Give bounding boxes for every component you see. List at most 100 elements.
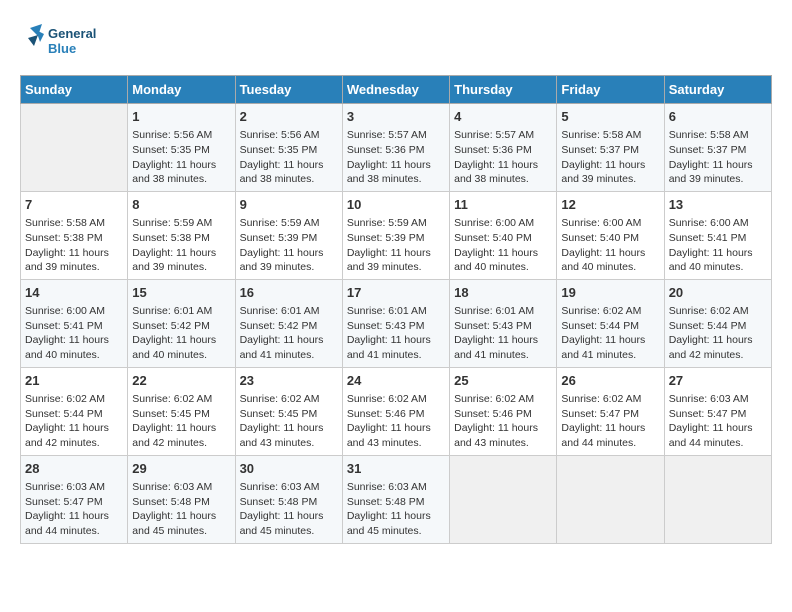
calendar-cell: 19 Sunrise: 6:02 AM Sunset: 5:44 PM Dayli… <box>557 279 664 367</box>
day-number: 17 <box>347 284 445 302</box>
day-content: Sunrise: 6:00 AM Sunset: 5:40 PM Dayligh… <box>454 216 552 275</box>
calendar-week-1: 1 Sunrise: 5:56 AM Sunset: 5:35 PM Daylig… <box>21 104 772 192</box>
day-number: 5 <box>561 108 659 126</box>
calendar-cell: 8Sunrise: 5:59 AM Sunset: 5:38 PM Daylig… <box>128 191 235 279</box>
day-number: 14 <box>25 284 123 302</box>
day-number: 28 <box>25 460 123 478</box>
calendar-cell: 24 Sunrise: 6:02 AM Sunset: 5:46 PM Dayli… <box>342 367 449 455</box>
calendar-cell: 28 Sunrise: 6:03 AM Sunset: 5:47 PM Dayli… <box>21 455 128 543</box>
day-content: Sunrise: 5:59 AM Sunset: 5:39 PM Dayligh… <box>347 216 445 275</box>
calendar-table: SundayMondayTuesdayWednesdayThursdayFrid… <box>20 75 772 544</box>
day-number: 22 <box>132 372 230 390</box>
day-number: 16 <box>240 284 338 302</box>
calendar-cell: 27 Sunrise: 6:03 AM Sunset: 5:47 PM Dayli… <box>664 367 771 455</box>
day-content: Sunrise: 6:03 AM Sunset: 5:47 PM Dayligh… <box>25 480 123 539</box>
calendar-week-5: 28 Sunrise: 6:03 AM Sunset: 5:47 PM Dayli… <box>21 455 772 543</box>
calendar-cell: 2 Sunrise: 5:56 AM Sunset: 5:35 PM Daylig… <box>235 104 342 192</box>
day-content: Sunrise: 6:03 AM Sunset: 5:48 PM Dayligh… <box>132 480 230 539</box>
day-content: Sunrise: 5:58 AM Sunset: 5:38 PM Dayligh… <box>25 216 123 275</box>
day-number: 25 <box>454 372 552 390</box>
calendar-week-3: 14 Sunrise: 6:00 AM Sunset: 5:41 PM Dayli… <box>21 279 772 367</box>
day-number: 20 <box>669 284 767 302</box>
day-number: 7 <box>25 196 123 214</box>
calendar-cell: 30 Sunrise: 6:03 AM Sunset: 5:48 PM Dayli… <box>235 455 342 543</box>
calendar-cell: 26 Sunrise: 6:02 AM Sunset: 5:47 PM Dayli… <box>557 367 664 455</box>
calendar-cell: 18Sunrise: 6:01 AM Sunset: 5:43 PM Dayli… <box>450 279 557 367</box>
day-number: 9 <box>240 196 338 214</box>
day-content: Sunrise: 6:01 AM Sunset: 5:42 PM Dayligh… <box>132 304 230 363</box>
day-content: Sunrise: 6:02 AM Sunset: 5:44 PM Dayligh… <box>561 304 659 363</box>
calendar-cell: 12 Sunrise: 6:00 AM Sunset: 5:40 PM Dayli… <box>557 191 664 279</box>
day-content: Sunrise: 6:02 AM Sunset: 5:46 PM Dayligh… <box>347 392 445 451</box>
calendar-cell: 14 Sunrise: 6:00 AM Sunset: 5:41 PM Dayli… <box>21 279 128 367</box>
day-content: Sunrise: 5:58 AM Sunset: 5:37 PM Dayligh… <box>561 128 659 187</box>
day-content: Sunrise: 5:56 AM Sunset: 5:35 PM Dayligh… <box>240 128 338 187</box>
day-content: Sunrise: 6:01 AM Sunset: 5:43 PM Dayligh… <box>347 304 445 363</box>
day-number: 8 <box>132 196 230 214</box>
day-content: Sunrise: 6:01 AM Sunset: 5:43 PM Dayligh… <box>454 304 552 363</box>
day-content: Sunrise: 6:03 AM Sunset: 5:47 PM Dayligh… <box>669 392 767 451</box>
calendar-cell: 17 Sunrise: 6:01 AM Sunset: 5:43 PM Dayli… <box>342 279 449 367</box>
day-content: Sunrise: 6:02 AM Sunset: 5:44 PM Dayligh… <box>669 304 767 363</box>
calendar-cell <box>557 455 664 543</box>
day-header-sunday: Sunday <box>21 76 128 104</box>
day-content: Sunrise: 6:03 AM Sunset: 5:48 PM Dayligh… <box>240 480 338 539</box>
day-number: 13 <box>669 196 767 214</box>
day-content: Sunrise: 5:58 AM Sunset: 5:37 PM Dayligh… <box>669 128 767 187</box>
calendar-body: 1 Sunrise: 5:56 AM Sunset: 5:35 PM Daylig… <box>21 104 772 544</box>
page-header: General Blue <box>20 20 772 65</box>
calendar-cell: 22 Sunrise: 6:02 AM Sunset: 5:45 PM Dayli… <box>128 367 235 455</box>
logo-svg: General Blue <box>20 20 100 65</box>
day-number: 24 <box>347 372 445 390</box>
calendar-cell: 6 Sunrise: 5:58 AM Sunset: 5:37 PM Daylig… <box>664 104 771 192</box>
day-number: 10 <box>347 196 445 214</box>
day-content: Sunrise: 6:02 AM Sunset: 5:45 PM Dayligh… <box>240 392 338 451</box>
day-content: Sunrise: 5:57 AM Sunset: 5:36 PM Dayligh… <box>454 128 552 187</box>
day-content: Sunrise: 6:02 AM Sunset: 5:44 PM Dayligh… <box>25 392 123 451</box>
day-number: 27 <box>669 372 767 390</box>
day-number: 15 <box>132 284 230 302</box>
day-header-friday: Friday <box>557 76 664 104</box>
day-number: 11 <box>454 196 552 214</box>
calendar-cell: 29 Sunrise: 6:03 AM Sunset: 5:48 PM Dayli… <box>128 455 235 543</box>
day-number: 30 <box>240 460 338 478</box>
calendar-cell: 4 Sunrise: 5:57 AM Sunset: 5:36 PM Daylig… <box>450 104 557 192</box>
calendar-cell <box>664 455 771 543</box>
logo: General Blue <box>20 20 100 65</box>
day-number: 23 <box>240 372 338 390</box>
day-content: Sunrise: 6:03 AM Sunset: 5:48 PM Dayligh… <box>347 480 445 539</box>
calendar-cell: 20 Sunrise: 6:02 AM Sunset: 5:44 PM Dayli… <box>664 279 771 367</box>
calendar-cell: 7 Sunrise: 5:58 AM Sunset: 5:38 PM Daylig… <box>21 191 128 279</box>
svg-text:General: General <box>48 26 96 41</box>
day-header-monday: Monday <box>128 76 235 104</box>
day-number: 19 <box>561 284 659 302</box>
day-header-thursday: Thursday <box>450 76 557 104</box>
day-number: 21 <box>25 372 123 390</box>
day-header-tuesday: Tuesday <box>235 76 342 104</box>
day-number: 6 <box>669 108 767 126</box>
day-number: 29 <box>132 460 230 478</box>
day-number: 4 <box>454 108 552 126</box>
calendar-cell: 1 Sunrise: 5:56 AM Sunset: 5:35 PM Daylig… <box>128 104 235 192</box>
day-content: Sunrise: 6:00 AM Sunset: 5:40 PM Dayligh… <box>561 216 659 275</box>
calendar-cell: 31 Sunrise: 6:03 AM Sunset: 5:48 PM Dayli… <box>342 455 449 543</box>
calendar-cell: 15 Sunrise: 6:01 AM Sunset: 5:42 PM Dayli… <box>128 279 235 367</box>
day-content: Sunrise: 6:02 AM Sunset: 5:47 PM Dayligh… <box>561 392 659 451</box>
svg-text:Blue: Blue <box>48 41 76 56</box>
day-number: 12 <box>561 196 659 214</box>
day-content: Sunrise: 5:56 AM Sunset: 5:35 PM Dayligh… <box>132 128 230 187</box>
day-content: Sunrise: 6:02 AM Sunset: 5:45 PM Dayligh… <box>132 392 230 451</box>
calendar-cell <box>21 104 128 192</box>
day-number: 26 <box>561 372 659 390</box>
day-content: Sunrise: 6:01 AM Sunset: 5:42 PM Dayligh… <box>240 304 338 363</box>
calendar-cell: 13Sunrise: 6:00 AM Sunset: 5:41 PM Dayli… <box>664 191 771 279</box>
day-number: 31 <box>347 460 445 478</box>
day-number: 1 <box>132 108 230 126</box>
day-number: 2 <box>240 108 338 126</box>
day-content: Sunrise: 5:59 AM Sunset: 5:39 PM Dayligh… <box>240 216 338 275</box>
calendar-cell: 11 Sunrise: 6:00 AM Sunset: 5:40 PM Dayli… <box>450 191 557 279</box>
calendar-cell: 5 Sunrise: 5:58 AM Sunset: 5:37 PM Daylig… <box>557 104 664 192</box>
day-content: Sunrise: 6:00 AM Sunset: 5:41 PM Dayligh… <box>25 304 123 363</box>
calendar-cell: 10 Sunrise: 5:59 AM Sunset: 5:39 PM Dayli… <box>342 191 449 279</box>
calendar-cell: 9 Sunrise: 5:59 AM Sunset: 5:39 PM Daylig… <box>235 191 342 279</box>
